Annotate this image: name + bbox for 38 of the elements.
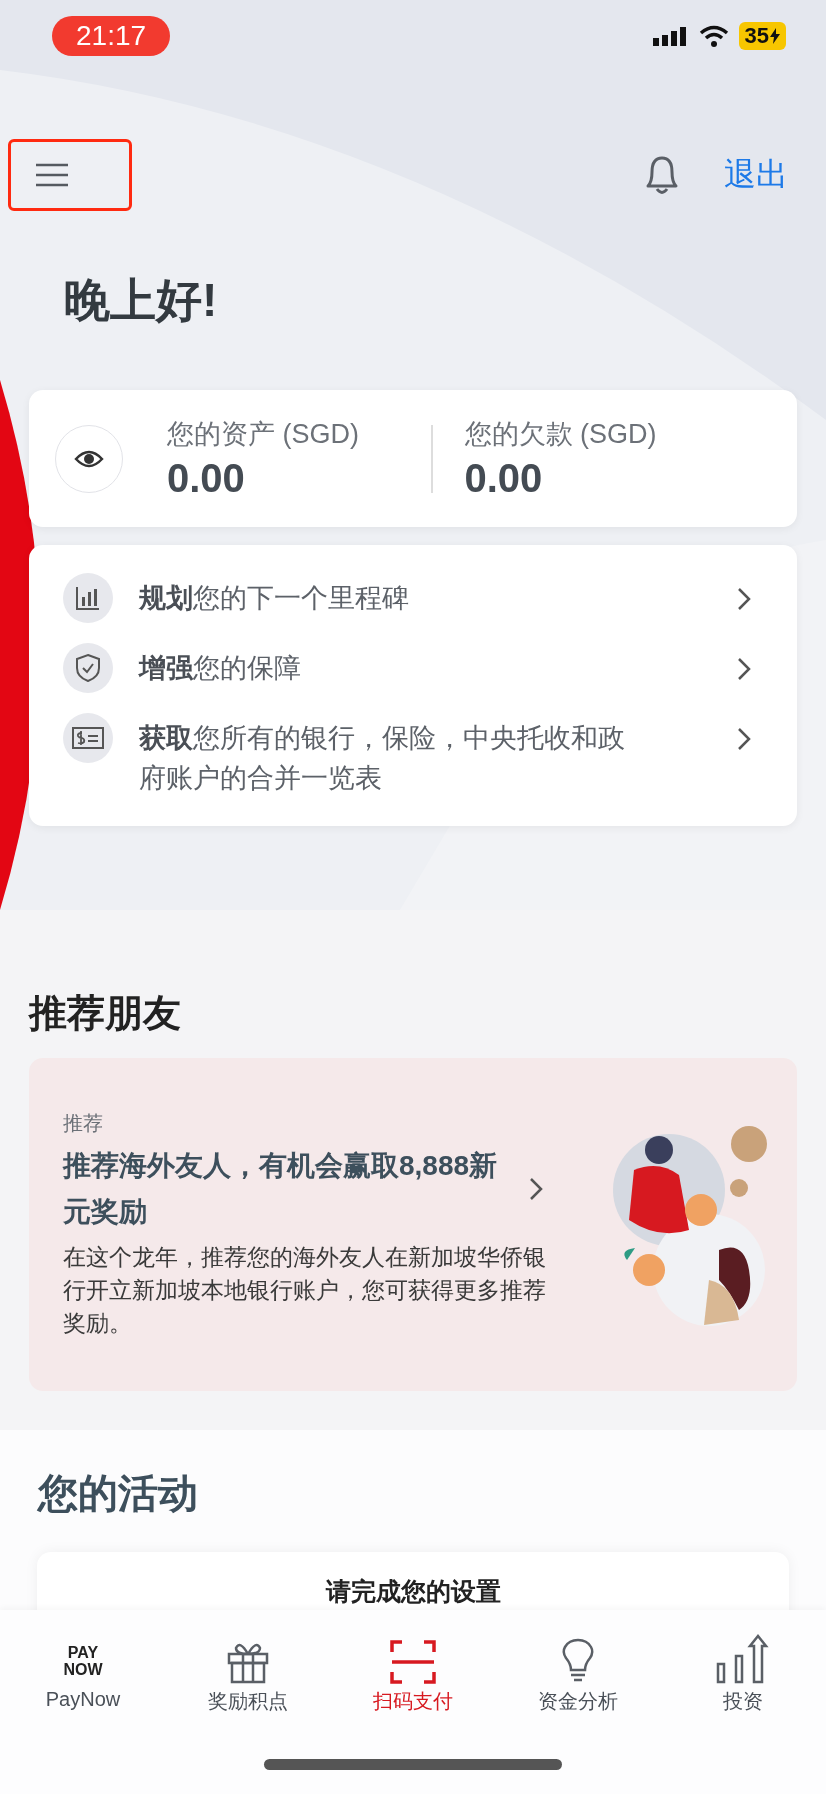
battery-level: 35	[738, 22, 786, 50]
referral-description: 在这个龙年，推荐您的海外友人在新加坡华侨银行开立新加坡本地银行账户，您可获得更多推荐奖励。	[63, 1242, 547, 1338]
referral-card[interactable]: 推荐 推荐海外友人，有机会赢取8,888新元奖励 在这个龙年，推荐您的海外友人在新加坡华侨银行开立新加坡本地银行账户，您可获得更多推荐奖励。	[29, 1058, 797, 1391]
chevron-right-icon[interactable]	[737, 727, 751, 751]
chevron-right-icon[interactable]	[737, 657, 751, 681]
balance-label: 您的资产 (SGD)	[167, 418, 359, 451]
lightbulb-icon	[560, 1638, 596, 1684]
chevron-right-icon	[529, 1176, 543, 1201]
paynow-logo: PAY NOW	[63, 1644, 103, 1678]
shield-check-icon	[63, 643, 113, 693]
scan-icon	[390, 1640, 436, 1684]
chevron-right-icon[interactable]	[737, 587, 751, 611]
nav-tab[interactable]: 资金分析	[503, 1626, 653, 1715]
link-text[interactable]: 获取您所有的银行，保险，中央托收和政府账户的合并一览表	[139, 713, 639, 798]
referral-tag: 推荐	[63, 1109, 583, 1137]
menu-icon	[35, 163, 69, 187]
balance-amount: 0.00	[464, 456, 544, 501]
section-title: 推荐朋友	[29, 991, 182, 1036]
status-time: 21:17	[52, 16, 171, 56]
link-text[interactable]: 增强您的保障	[139, 643, 639, 688]
nav-tab[interactable]: 扫码支付	[338, 1626, 488, 1715]
section-title: 您的活动	[38, 1470, 199, 1517]
link-text[interactable]: 规划您的下一个里程碑	[139, 573, 639, 618]
growth-chart-icon	[716, 1634, 770, 1684]
dollar-card-icon	[63, 713, 113, 763]
signal-icon	[652, 26, 689, 46]
charging-bolt-icon	[770, 28, 780, 44]
nav-tab[interactable]: PAY NOW PayNow	[8, 1626, 158, 1715]
bar-chart-icon	[63, 573, 113, 623]
greeting-title: 晚上好!	[64, 273, 219, 328]
menu-button[interactable]	[8, 139, 132, 211]
setup-title: 请完成您的设置	[325, 1577, 501, 1605]
balance-amount: 0.00	[167, 456, 246, 501]
balance-label: 您的欠款 (SGD)	[464, 418, 657, 451]
nav-tab[interactable]: 奖励积点	[173, 1626, 323, 1715]
nav-tab[interactable]: 投资	[668, 1626, 818, 1715]
wifi-icon	[698, 25, 729, 47]
referral-headline: 推荐海外友人，有机会赢取8,888新元奖励	[63, 1148, 499, 1229]
